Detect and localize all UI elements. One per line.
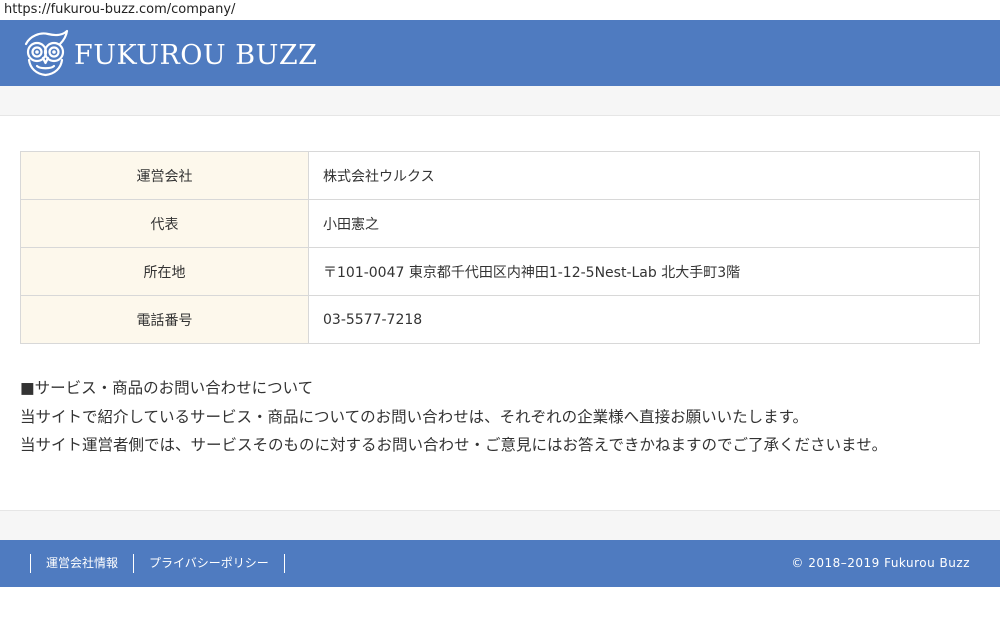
table-row: 電話番号 03-5577-7218 bbox=[20, 295, 980, 344]
table-row: 代表 小田憲之 bbox=[20, 199, 980, 248]
site-logo[interactable]: FUKUROU BUZZ bbox=[20, 28, 317, 78]
site-footer: 運営会社情報 プライバシーポリシー © 2018–2019 Fukurou Bu… bbox=[0, 540, 1000, 587]
footer-link-privacy-policy[interactable]: プライバシーポリシー bbox=[134, 554, 285, 573]
phone-value: 03-5577-7218 bbox=[308, 295, 980, 344]
notice-heading: ■サービス・商品のお問い合わせについて bbox=[20, 379, 314, 397]
company-label: 運営会社 bbox=[20, 151, 309, 200]
address-label: 所在地 bbox=[20, 247, 309, 296]
company-value: 株式会社ウルクス bbox=[308, 151, 980, 200]
copyright-text: © 2018–2019 Fukurou Buzz bbox=[791, 556, 970, 570]
table-row: 所在地 〒101-0047 東京都千代田区内神田1-12-5Nest-Lab 北… bbox=[20, 247, 980, 296]
page-bottom-space bbox=[0, 587, 1000, 620]
representative-value: 小田憲之 bbox=[308, 199, 980, 248]
footer-link-company-info[interactable]: 運営会社情報 bbox=[31, 554, 135, 573]
inquiry-notice: ■サービス・商品のお問い合わせについて 当サイトで紹介しているサービス・商品につ… bbox=[20, 374, 980, 460]
site-logo-text: FUKUROU BUZZ bbox=[74, 40, 318, 71]
address-value: 〒101-0047 東京都千代田区内神田1-12-5Nest-Lab 北大手町3… bbox=[308, 247, 980, 296]
representative-label: 代表 bbox=[20, 199, 309, 248]
address-bar-url[interactable]: https://fukurou-buzz.com/company/ bbox=[0, 0, 1000, 20]
footer-nav: 運営会社情報 プライバシーポリシー bbox=[30, 554, 285, 573]
notice-line-2: 当サイト運営者側では、サービスそのものに対するお問い合わせ・ご意見にはお答えでき… bbox=[20, 436, 888, 454]
notice-line-1: 当サイトで紹介しているサービス・商品についてのお問い合わせは、それぞれの企業様へ… bbox=[20, 407, 809, 426]
owl-logo-icon bbox=[24, 29, 69, 77]
table-row: 運営会社 株式会社ウルクス bbox=[20, 151, 980, 200]
phone-label: 電話番号 bbox=[20, 295, 309, 344]
header-divider-band bbox=[0, 86, 1000, 116]
main-content: 運営会社 株式会社ウルクス 代表 小田憲之 所在地 〒101-0047 東京都千… bbox=[0, 117, 1000, 510]
company-info-table: 運営会社 株式会社ウルクス 代表 小田憲之 所在地 〒101-0047 東京都千… bbox=[20, 151, 980, 344]
footer-divider-band bbox=[0, 510, 1000, 540]
site-header: FUKUROU BUZZ bbox=[0, 20, 1000, 86]
